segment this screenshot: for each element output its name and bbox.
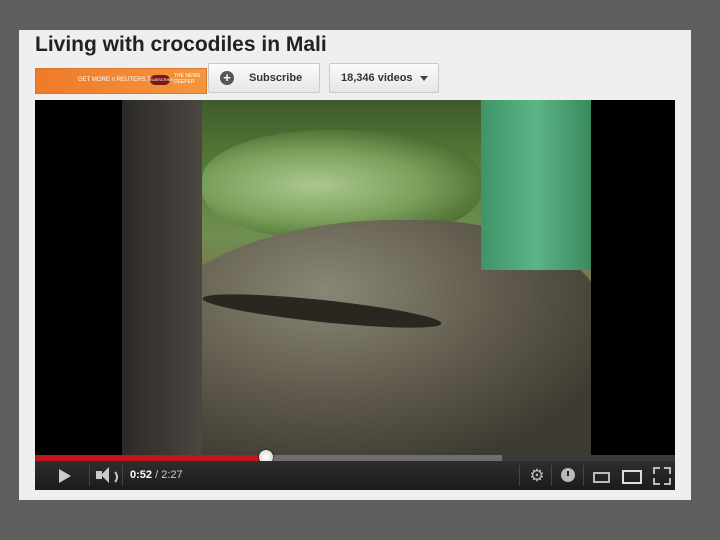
video-frame[interactable] xyxy=(122,100,591,455)
videos-count-button[interactable]: 18,346 videos xyxy=(329,63,439,93)
large-player-icon[interactable] xyxy=(617,461,645,490)
divider xyxy=(551,465,552,486)
channel-banner[interactable]: GET MORE ≡ REUTERS.TV SUBSCRIBE THE NEWS… xyxy=(35,68,207,94)
volume-icon[interactable] xyxy=(93,461,119,490)
subscribe-label: Subscribe xyxy=(249,72,303,84)
large-player-glyph xyxy=(622,470,642,484)
small-player-glyph xyxy=(593,472,610,483)
fullscreen-corner xyxy=(664,478,671,485)
divider xyxy=(122,465,123,486)
subscribe-button[interactable]: + Subscribe xyxy=(208,63,320,93)
chevron-down-icon xyxy=(420,76,428,81)
video-card: Living with crocodiles in Mali GET MORE … xyxy=(19,30,691,500)
player-controls: 0:52 / 2:27 ⚙ xyxy=(35,461,675,490)
gear-icon[interactable]: ⚙ xyxy=(523,461,551,490)
speaker-shape xyxy=(96,467,109,483)
gear-glyph: ⚙ xyxy=(529,466,545,485)
sound-wave-shape xyxy=(110,469,118,485)
divider xyxy=(519,465,520,486)
fullscreen-icon[interactable] xyxy=(647,461,675,490)
time-current: 0:52 xyxy=(130,469,153,481)
divider xyxy=(583,465,584,486)
clock-glyph xyxy=(561,468,575,482)
video-player[interactable]: 0:52 / 2:27 ⚙ xyxy=(35,100,675,490)
video-person-leg xyxy=(122,100,202,455)
banner-tagline: THE NEWS DEEPER xyxy=(174,73,201,85)
video-title: Living with crocodiles in Mali xyxy=(35,33,327,56)
videos-count-label: 18,346 videos xyxy=(341,72,413,84)
small-player-icon[interactable] xyxy=(587,461,615,490)
time-separator: / xyxy=(152,469,162,481)
fullscreen-corner xyxy=(653,478,660,485)
time-display: 0:52 / 2:27 xyxy=(130,469,183,481)
play-icon[interactable] xyxy=(51,461,79,490)
video-person-dress xyxy=(481,100,591,270)
fullscreen-corner xyxy=(653,467,660,474)
banner-text: GET MORE ≡ REUTERS.TV xyxy=(78,77,155,83)
time-total: 2:27 xyxy=(161,469,183,481)
banner-subscribe-badge: SUBSCRIBE xyxy=(150,75,173,85)
plus-icon: + xyxy=(220,71,234,85)
fullscreen-corner xyxy=(664,467,671,474)
clock-icon[interactable] xyxy=(555,461,583,490)
divider xyxy=(89,465,90,486)
